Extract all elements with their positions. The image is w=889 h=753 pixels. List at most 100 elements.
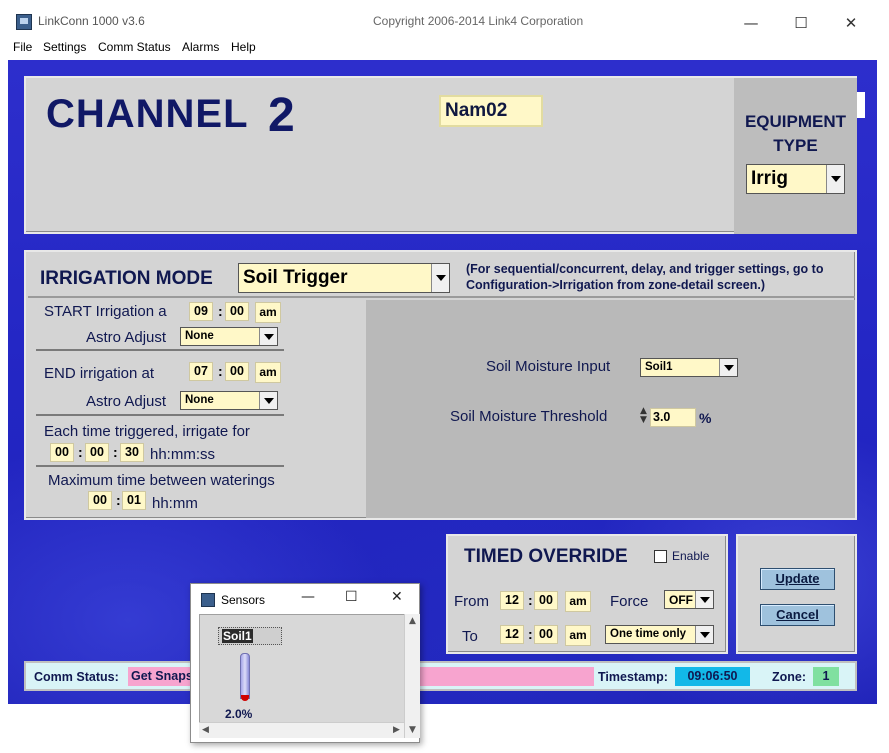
channel-panel: CHANNEL 2 Nam02 EQUIPMENT TYPE Irrig: [24, 76, 857, 234]
sensor-value: 2.0%: [225, 707, 253, 721]
force-label: Force: [610, 593, 649, 610]
force-value: OFF: [669, 593, 693, 607]
start-astro-select[interactable]: None: [180, 327, 278, 346]
soil-moisture-input-label: Soil Moisture Input: [486, 358, 611, 375]
each-hour-field[interactable]: 00: [50, 443, 74, 462]
from-minute-field[interactable]: 00: [534, 591, 558, 610]
each-second-field[interactable]: 30: [120, 443, 144, 462]
equipment-type-label: EQUIPMENT TYPE: [744, 112, 847, 155]
edge-marker: [857, 92, 865, 118]
equipment-type-box: EQUIPMENT TYPE Irrig: [734, 78, 857, 234]
percent-unit: %: [699, 410, 712, 426]
soil-moisture-input-select[interactable]: Soil1: [640, 358, 738, 377]
max-time-label: Maximum time between waterings: [48, 472, 275, 489]
override-duration-value: One time only: [610, 628, 687, 640]
vertical-scrollbar[interactable]: ▲ ▼: [404, 614, 420, 738]
equipment-type-select[interactable]: Irrig: [746, 164, 845, 194]
each-units-label: hh:mm:ss: [150, 446, 216, 463]
scroll-left-icon[interactable]: ◀: [202, 725, 209, 735]
scroll-up-icon[interactable]: ▲: [409, 616, 416, 626]
sensors-minimize-button[interactable]: —: [301, 589, 315, 605]
time-colon: :: [113, 444, 118, 460]
sensors-content: Soil1 2.0%: [199, 614, 412, 738]
menu-comm-status[interactable]: Comm Status: [98, 40, 171, 54]
to-hour-field[interactable]: 12: [500, 625, 524, 644]
divider: [36, 349, 284, 351]
menu-help[interactable]: Help: [231, 40, 256, 54]
start-minute-field[interactable]: 00: [225, 302, 249, 321]
timestamp-value: 09:06:50: [675, 667, 750, 686]
time-colon: :: [218, 363, 223, 379]
scroll-right-icon[interactable]: ▶: [393, 725, 400, 735]
update-button[interactable]: Update: [760, 568, 835, 590]
minimize-button[interactable]: —: [728, 8, 774, 38]
status-bar: Comm Status: Get Snaps Timestamp: 09:06:…: [24, 661, 857, 691]
to-minute-field[interactable]: 00: [534, 625, 558, 644]
irrigation-mode-select[interactable]: Soil Trigger: [238, 263, 450, 293]
start-ampm-toggle[interactable]: am: [255, 302, 281, 323]
enable-checkbox[interactable]: [654, 550, 667, 563]
cancel-button[interactable]: Cancel: [760, 604, 835, 626]
zone-value: 1: [813, 667, 839, 686]
time-colon: :: [528, 592, 533, 608]
timed-override-title: TIMED OVERRIDE: [464, 546, 628, 567]
channel-number: 2: [268, 89, 295, 142]
force-select[interactable]: OFF: [664, 590, 714, 609]
end-minute-field[interactable]: 00: [225, 362, 249, 381]
timestamp-label: Timestamp:: [598, 670, 668, 684]
maximize-button[interactable]: ☐: [778, 8, 824, 38]
max-minute-field[interactable]: 01: [122, 491, 146, 510]
menu-settings[interactable]: Settings: [43, 40, 86, 54]
irrigation-note: (For sequential/concurrent, delay, and t…: [466, 262, 824, 292]
spinner-icon[interactable]: ▲ ▼: [640, 407, 647, 425]
title-bar: LinkConn 1000 v3.6 Copyright 2006-2014 L…: [0, 0, 889, 38]
end-ampm-toggle[interactable]: am: [255, 362, 281, 383]
menu-alarms[interactable]: Alarms: [182, 40, 219, 54]
time-colon: :: [218, 303, 223, 319]
enable-label: Enable: [672, 549, 710, 563]
menu-bar: File Settings Comm Status Alarms Help: [0, 38, 889, 60]
time-colon: :: [116, 492, 121, 508]
sensors-app-icon: [201, 593, 215, 607]
divider: [28, 296, 855, 298]
equipment-type-value: Irrig: [751, 168, 788, 189]
channel-name-field[interactable]: Nam02: [439, 95, 543, 127]
timed-override-panel: TIMED OVERRIDE Enable From 12 : 00 am To…: [446, 534, 728, 654]
override-duration-select[interactable]: One time only: [605, 625, 714, 644]
end-astro-select[interactable]: None: [180, 391, 278, 410]
from-hour-field[interactable]: 12: [500, 591, 524, 610]
each-time-label: Each time triggered, irrigate for: [44, 423, 250, 440]
sensors-maximize-button[interactable]: ☐: [345, 589, 358, 605]
end-hour-field[interactable]: 07: [189, 362, 213, 381]
irrigation-mode-value: Soil Trigger: [243, 267, 348, 288]
end-astro-value: None: [185, 394, 214, 406]
soil-moisture-threshold-label: Soil Moisture Threshold: [450, 408, 608, 425]
sensors-window: Sensors — ☐ ✕ Soil1 2.0% ▲ ▼ ◀ ▶: [190, 583, 420, 743]
divider: [36, 465, 284, 467]
scroll-down-icon[interactable]: ▼: [409, 725, 416, 735]
thermometer-bulb-icon: [241, 695, 249, 701]
soil-moisture-threshold-field[interactable]: 3.0: [650, 408, 696, 427]
chevron-down-icon: [826, 165, 844, 193]
start-hour-field[interactable]: 09: [189, 302, 213, 321]
chevron-down-icon: [259, 328, 277, 345]
close-button[interactable]: ✕: [828, 8, 874, 38]
from-ampm-toggle[interactable]: am: [565, 591, 591, 612]
to-ampm-toggle[interactable]: am: [565, 625, 591, 646]
irrigation-mode-label: IRRIGATION MODE: [40, 268, 213, 289]
soil-moisture-input-value: Soil1: [645, 361, 673, 373]
sensors-window-title: Sensors: [221, 593, 266, 607]
zone-label: Zone:: [772, 670, 807, 684]
channel-label: CHANNEL: [46, 92, 249, 136]
sensor-name-label[interactable]: Soil1: [218, 627, 282, 645]
sensor-name-text: Soil1: [222, 629, 253, 643]
each-minute-field[interactable]: 00: [85, 443, 109, 462]
sensors-close-button[interactable]: ✕: [391, 589, 403, 605]
start-irrigation-label: START Irrigation a: [44, 303, 167, 320]
chevron-down-icon: [259, 392, 277, 409]
menu-file[interactable]: File: [13, 40, 32, 54]
time-colon: :: [528, 626, 533, 642]
horizontal-scrollbar[interactable]: ◀ ▶: [199, 722, 404, 738]
max-hour-field[interactable]: 00: [88, 491, 112, 510]
end-astro-label: Astro Adjust: [86, 393, 167, 410]
